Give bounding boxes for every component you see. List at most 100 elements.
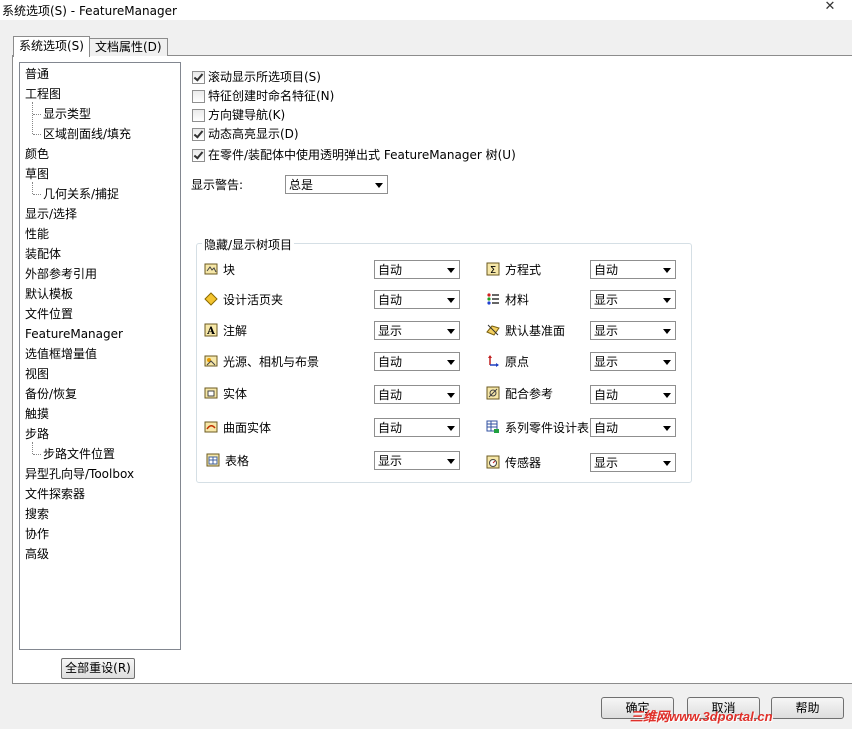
solid-body-icon xyxy=(204,387,218,399)
tree-item-featuremanager[interactable]: FeatureManager xyxy=(25,326,123,342)
item-label-lights-cameras: 光源、相机与布景 xyxy=(223,355,320,369)
table-icon xyxy=(206,453,220,467)
item-label-surface-body: 曲面实体 xyxy=(223,421,272,435)
block-icon xyxy=(204,263,218,275)
svg-text:A: A xyxy=(206,326,215,337)
item-label-design-binder: 设计活页夹 xyxy=(223,293,284,307)
equation-icon: Σ xyxy=(486,262,500,276)
tree-item-display-selection[interactable]: 显示/选择 xyxy=(25,206,77,222)
tree-item-advanced[interactable]: 高级 xyxy=(25,546,49,562)
annotation-icon: A xyxy=(204,323,218,337)
tree-item-area-hatch[interactable]: 区域剖面线/填充 xyxy=(43,126,131,142)
chevron-down-icon xyxy=(447,298,455,303)
block-select[interactable]: 自动 xyxy=(374,260,460,279)
item-label-default-planes: 默认基准面 xyxy=(505,324,566,338)
lights-cameras-select[interactable]: 自动 xyxy=(374,352,460,371)
checkbox[interactable] xyxy=(192,109,205,122)
item-label-mate-reference: 配合参考 xyxy=(505,387,554,401)
origin-select[interactable]: 显示 xyxy=(590,352,676,371)
tab-system-options[interactable]: 系统选项(S) xyxy=(13,36,90,57)
design-binder-select[interactable]: 自动 xyxy=(374,290,460,309)
annotation-select[interactable]: 显示 xyxy=(374,321,460,340)
tree-item-search[interactable]: 搜索 xyxy=(25,506,49,522)
watermark: 三维网www.3dportal.cn xyxy=(630,709,773,724)
origin-icon xyxy=(488,355,499,367)
mate-reference-select[interactable]: 自动 xyxy=(590,385,676,404)
chevron-down-icon xyxy=(375,183,383,188)
item-label-sensor: 传感器 xyxy=(505,456,542,470)
item-label-material: 材料 xyxy=(505,293,530,307)
tree-item-drawings[interactable]: 工程图 xyxy=(25,86,61,102)
chevron-down-icon xyxy=(447,393,455,398)
design-table-icon xyxy=(486,420,499,433)
tree-item-routing[interactable]: 步路 xyxy=(25,426,49,442)
window-title: 系统选项(S) - FeatureManager xyxy=(2,4,177,18)
options-tree[interactable]: 普通 工程图 显示类型 区域剖面线/填充 颜色 草图 几何关系/捕捉 显示/选择… xyxy=(19,62,181,650)
tree-item-sketch[interactable]: 草图 xyxy=(25,166,49,182)
tree-item-hole-wizard-toolbox[interactable]: 异型孔向导/Toolbox xyxy=(25,466,134,482)
item-label-table: 表格 xyxy=(225,454,250,468)
tab-document-properties[interactable]: 文档属性(D) xyxy=(89,38,168,56)
tree-item-assemblies[interactable]: 装配体 xyxy=(25,246,61,262)
tree-item-view[interactable]: 视图 xyxy=(25,366,49,382)
tree-item-relations-snaps[interactable]: 几何关系/捕捉 xyxy=(43,186,119,202)
tree-item-external-references[interactable]: 外部参考引用 xyxy=(25,266,97,282)
default-planes-select[interactable]: 显示 xyxy=(590,321,676,340)
tree-item-collaboration[interactable]: 协作 xyxy=(25,526,49,542)
tree-item-touch[interactable]: 触摸 xyxy=(25,406,49,422)
chevron-down-icon xyxy=(447,459,455,464)
group-title: 隐藏/显示树项目 xyxy=(202,236,295,253)
tree-item-general[interactable]: 普通 xyxy=(25,66,49,82)
svg-text:Σ: Σ xyxy=(490,265,496,276)
sensor-select[interactable]: 显示 xyxy=(590,453,676,472)
checkbox[interactable] xyxy=(192,71,205,84)
item-label-design-table: 系列零件设计表 xyxy=(505,421,590,435)
tree-item-backup-recover[interactable]: 备份/恢复 xyxy=(25,386,77,402)
sensor-icon xyxy=(486,455,500,469)
chevron-down-icon xyxy=(447,426,455,431)
chevron-down-icon xyxy=(447,360,455,365)
chevron-down-icon xyxy=(663,461,671,466)
help-button[interactable]: 帮助 xyxy=(771,697,844,719)
chevron-down-icon xyxy=(447,329,455,334)
design-binder-icon xyxy=(204,292,218,306)
close-icon[interactable]: ✕ xyxy=(816,0,844,14)
checkbox[interactable] xyxy=(192,90,205,103)
tree-item-performance[interactable]: 性能 xyxy=(25,226,49,242)
reset-all-button[interactable]: 全部重设(R) xyxy=(61,658,135,679)
tree-item-colors[interactable]: 颜色 xyxy=(25,146,49,162)
equation-select[interactable]: 自动 xyxy=(590,260,676,279)
plane-icon xyxy=(486,324,500,336)
item-label-origin: 原点 xyxy=(505,355,530,369)
checkbox[interactable] xyxy=(192,128,205,141)
tree-item-routing-file-locations[interactable]: 步路文件位置 xyxy=(43,446,115,462)
tree-item-default-templates[interactable]: 默认模板 xyxy=(25,286,73,302)
item-label-solid-body: 实体 xyxy=(223,387,248,401)
item-label-equation: 方程式 xyxy=(505,263,542,277)
surface-body-icon xyxy=(204,421,218,433)
display-warnings-label: 显示警告: xyxy=(191,178,244,192)
item-label-block: 块 xyxy=(223,263,236,277)
surface-body-select[interactable]: 自动 xyxy=(374,418,460,437)
chevron-down-icon xyxy=(663,268,671,273)
chevron-down-icon xyxy=(663,360,671,365)
solid-body-select[interactable]: 自动 xyxy=(374,385,460,404)
mate-reference-icon xyxy=(486,386,500,400)
chevron-down-icon xyxy=(447,268,455,273)
display-warnings-select[interactable]: 总是 xyxy=(285,175,388,194)
lights-cameras-icon xyxy=(204,355,218,367)
tree-item-display-type[interactable]: 显示类型 xyxy=(43,106,91,122)
material-select[interactable]: 显示 xyxy=(590,290,676,309)
chevron-down-icon xyxy=(663,426,671,431)
tree-item-spin-box-increments[interactable]: 选值框增量值 xyxy=(25,346,97,362)
chevron-down-icon xyxy=(663,298,671,303)
design-table-select[interactable]: 自动 xyxy=(590,418,676,437)
chevron-down-icon xyxy=(663,393,671,398)
chevron-down-icon xyxy=(663,329,671,334)
tree-item-file-locations[interactable]: 文件位置 xyxy=(25,306,73,322)
material-icon xyxy=(487,293,499,305)
checkbox[interactable] xyxy=(192,149,205,162)
table-select[interactable]: 显示 xyxy=(374,451,460,470)
item-label-annotation: 注解 xyxy=(223,324,248,338)
tree-item-file-explorer[interactable]: 文件探索器 xyxy=(25,486,85,502)
